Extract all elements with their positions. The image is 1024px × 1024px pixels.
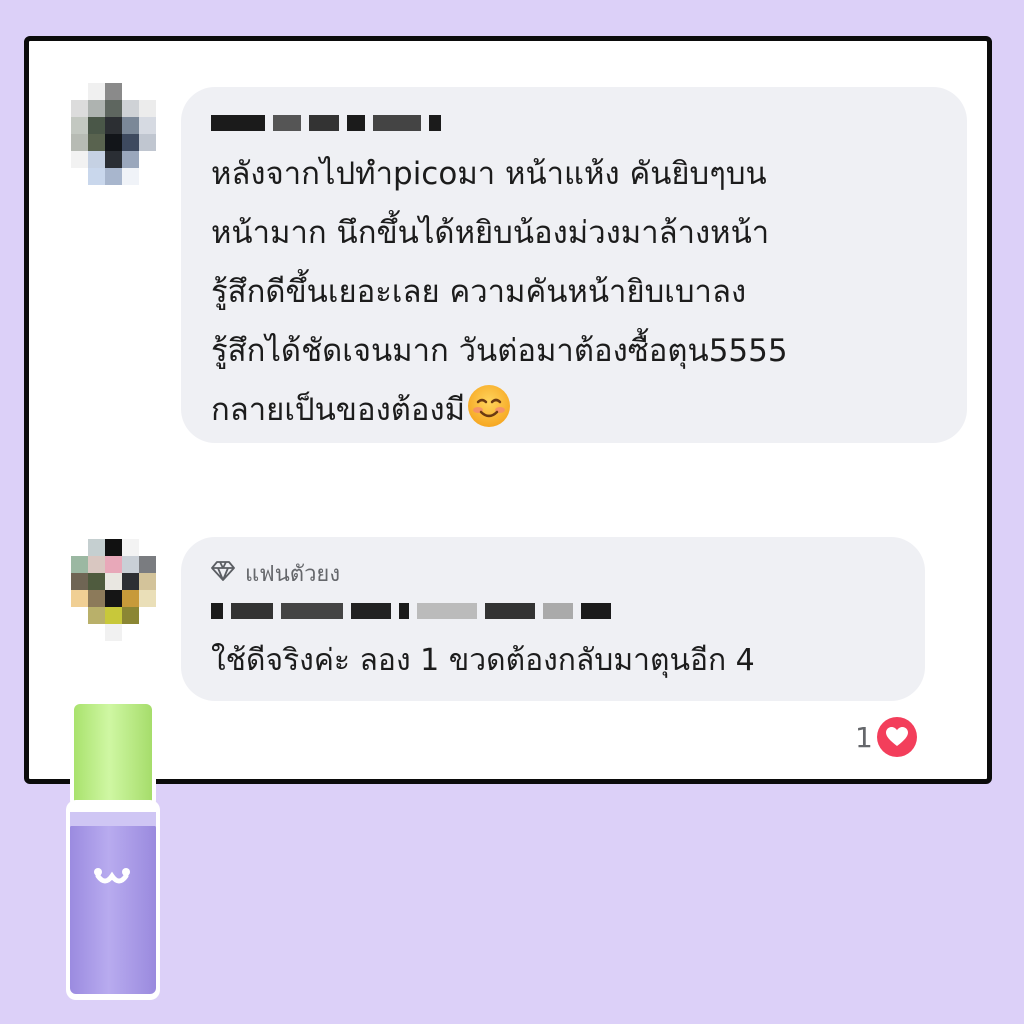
heart-icon bbox=[876, 717, 917, 757]
top-fan-badge[interactable]: แฟนตัวยง bbox=[211, 559, 895, 587]
author-name-redacted[interactable] bbox=[211, 113, 937, 133]
reaction-summary[interactable]: 1 bbox=[855, 717, 917, 757]
author-name-redacted[interactable] bbox=[211, 601, 895, 621]
reply-text: ใช้ดีจริงค่ะ ลอง 1 ขวดต้องกลับมาตุนอีก 4 bbox=[211, 643, 755, 678]
reply-bubble: แฟนตัวยง ใช้ดีจริงค่ะ ลอง 1 ขวดต้องกลับม… bbox=[181, 537, 925, 701]
badge-label: แฟนตัวยง bbox=[245, 561, 341, 587]
product-bottle-image bbox=[64, 700, 160, 1000]
avatar[interactable] bbox=[71, 83, 156, 185]
comments-card: หลังจากไปทำpicoมา หน้าแห้ง คันยิบๆบน หน้… bbox=[24, 36, 992, 784]
comment-text: หลังจากไปทำpicoมา หน้าแห้ง คันยิบๆบน หน้… bbox=[211, 156, 788, 428]
avatar[interactable] bbox=[71, 539, 156, 641]
comment-bubble: หลังจากไปทำpicoมา หน้าแห้ง คันยิบๆบน หน้… bbox=[181, 87, 967, 443]
smiling-face-emoji bbox=[467, 384, 511, 428]
reaction-count: 1 bbox=[855, 720, 873, 754]
diamond-icon bbox=[211, 560, 235, 586]
